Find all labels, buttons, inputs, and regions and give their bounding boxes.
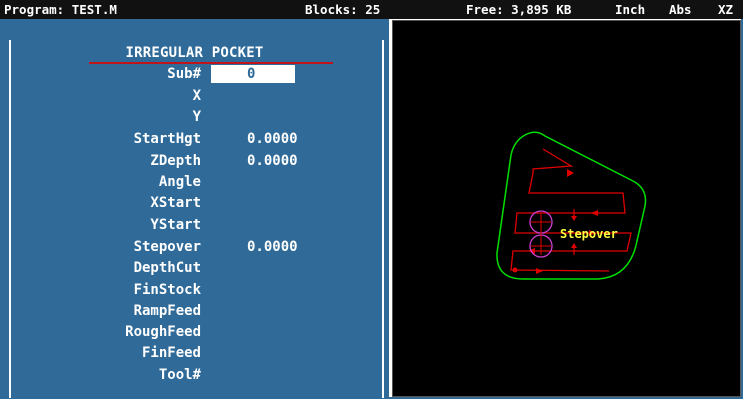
field-value[interactable]: 0.0000: [247, 237, 298, 257]
field-rough-feed[interactable]: RoughFeed: [0, 322, 389, 342]
field-label: Tool#: [158, 367, 201, 383]
pocket-boundary: [496, 131, 647, 280]
mode-indicator: Abs: [669, 2, 692, 17]
field-y-start[interactable]: YStart: [0, 215, 389, 235]
field-ramp-feed[interactable]: RampFeed: [0, 301, 389, 321]
field-label: StartHgt: [133, 131, 201, 147]
field-x[interactable]: X: [0, 86, 389, 106]
field-label: XStart: [150, 195, 201, 211]
field-z-depth[interactable]: ZDepth 0.0000: [0, 151, 389, 171]
field-y[interactable]: Y: [0, 107, 389, 127]
plane-indicator: XZ: [718, 2, 734, 17]
field-label: RoughFeed: [125, 324, 201, 340]
field-label: Sub#: [167, 66, 201, 82]
form-title: IRREGULAR POCKET: [125, 45, 264, 61]
toolpath-arrow: [536, 268, 543, 274]
field-label: Angle: [158, 174, 201, 190]
pocket-form-panel: IRREGULAR POCKET Sub# 0 X Y StartHgt 0.0…: [0, 19, 389, 399]
field-label: ZDepth: [150, 153, 201, 169]
units-indicator: Inch: [615, 2, 646, 17]
stepover-tick-arrow: [571, 216, 577, 221]
field-label: FinStock: [133, 282, 201, 298]
roughing-toolpath: [510, 148, 632, 272]
field-label: Y: [192, 109, 201, 125]
field-label: X: [192, 88, 201, 104]
field-tool-number[interactable]: Tool#: [0, 365, 389, 385]
field-label: FinFeed: [141, 345, 201, 361]
toolpath-arrow: [591, 210, 598, 216]
field-label: RampFeed: [133, 303, 201, 319]
sub-number-input[interactable]: 0: [211, 65, 295, 83]
stepover-tick-arrow: [571, 243, 577, 248]
stepover-annotation: Stepover: [560, 227, 618, 241]
field-value[interactable]: 0.0000: [247, 129, 298, 149]
field-label: DepthCut: [133, 260, 201, 276]
field-fin-feed[interactable]: FinFeed: [0, 343, 389, 363]
field-label: YStart: [150, 217, 201, 233]
toolpath-start-point: [512, 267, 518, 273]
pocket-diagram-panel: Stepover: [392, 20, 741, 397]
field-depth-cut[interactable]: DepthCut: [0, 258, 389, 278]
pocket-diagram: Stepover: [496, 131, 647, 280]
program-name: Program: TEST.M: [4, 2, 117, 17]
status-bar: Program: TEST.M Blocks: 25 Free: 3,895 K…: [0, 0, 743, 19]
field-stepover[interactable]: Stepover 0.0000: [0, 237, 389, 257]
free-memory: Free: 3,895 KB: [466, 2, 572, 17]
field-label: Stepover: [133, 239, 201, 255]
field-start-height[interactable]: StartHgt 0.0000: [0, 129, 389, 149]
field-x-start[interactable]: XStart: [0, 193, 389, 213]
field-value[interactable]: 0.0000: [247, 151, 298, 171]
field-sub-number[interactable]: Sub# 0: [0, 64, 389, 84]
field-fin-stock[interactable]: FinStock: [0, 280, 389, 300]
field-angle[interactable]: Angle: [0, 172, 389, 192]
toolpath-arrow: [567, 169, 574, 177]
block-count: Blocks: 25: [305, 2, 381, 17]
